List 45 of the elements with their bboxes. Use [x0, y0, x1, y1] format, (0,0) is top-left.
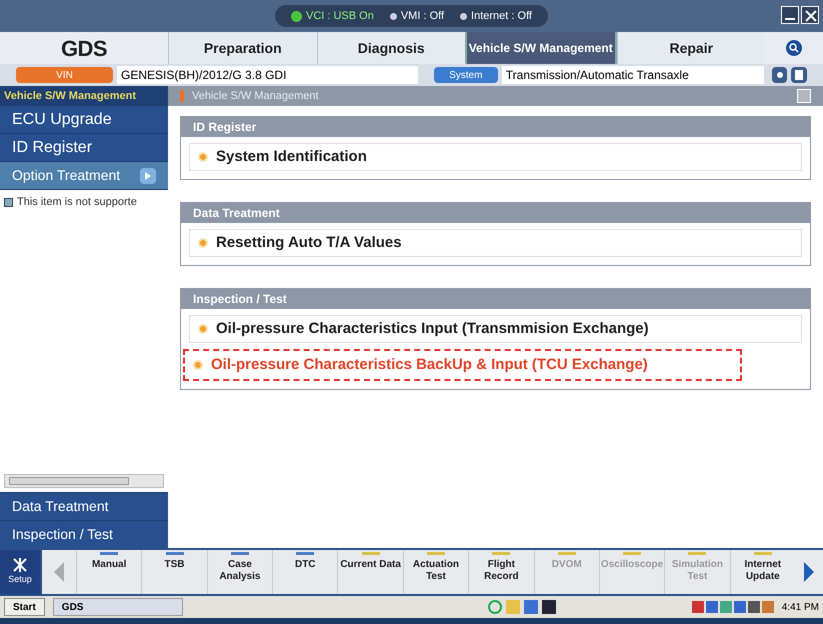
system-button[interactable]: System	[434, 67, 498, 83]
sidebar-item[interactable]: Option Treatment	[0, 162, 168, 190]
vin-field: GENESIS(BH)/2012/G 3.8 GDI	[117, 66, 418, 84]
section-header: Data Treatment	[181, 203, 810, 223]
toolbar-button[interactable]: Current Data	[337, 550, 403, 594]
scroll-right-icon[interactable]	[803, 561, 815, 583]
menu-item[interactable]: Oil-pressure Characteristics BackUp & Input (TCU Exchange)	[183, 349, 742, 381]
list-icon	[4, 198, 13, 207]
toolbar-button[interactable]: Actuation Test	[402, 550, 468, 594]
setup-button[interactable]: Setup	[0, 550, 40, 594]
search-icon[interactable]	[785, 39, 803, 57]
bullet-icon	[198, 324, 208, 334]
close-icon[interactable]	[801, 6, 819, 24]
minimize-button[interactable]	[781, 6, 799, 24]
sidebar-title: Vehicle S/W Management	[0, 86, 168, 106]
logo: GDS	[60, 34, 108, 62]
toolbar-button[interactable]: Manual	[76, 550, 142, 594]
status-label: VCI : USB On	[306, 8, 374, 24]
horizontal-scrollbar[interactable]	[4, 474, 164, 488]
section-header: ID Register	[181, 117, 810, 137]
toolbar-button[interactable]: DTC	[272, 550, 338, 594]
menu-item[interactable]: System Identification	[189, 143, 802, 171]
toolbar-button[interactable]: Flight Record	[468, 550, 534, 594]
bullet-icon	[193, 360, 203, 370]
quick-launch-icons-drawing	[488, 600, 556, 614]
start-button[interactable]: Start	[4, 598, 45, 616]
clock: 4:41 PM	[782, 600, 819, 614]
document-icon[interactable]	[791, 67, 807, 83]
status-label: VMI : Off	[400, 8, 444, 24]
section-header: Inspection / Test	[181, 289, 810, 309]
menu-item[interactable]: Oil-pressure Characteristics Input (Transmmision Exchange)	[189, 315, 802, 343]
menu-item[interactable]: Resetting Auto T/A Values	[189, 229, 802, 257]
camera-icon[interactable]	[772, 67, 788, 83]
bullet-icon	[198, 238, 208, 248]
breadcrumb: Vehicle S/W Management	[192, 88, 319, 104]
unsupported-message: This item is not supporte	[17, 195, 137, 210]
toolbar-button[interactable]: Internet Update	[730, 550, 795, 594]
toolbar-button[interactable]: Case Analysis	[206, 550, 272, 594]
nav-tab[interactable]: Vehicle S/W Management	[465, 32, 616, 64]
breadcrumb-marker-icon	[180, 90, 184, 102]
system-field: Transmission/Automatic Transaxle	[502, 66, 764, 84]
toolbar-button[interactable]: TSB	[141, 550, 207, 594]
bullet-icon	[198, 152, 208, 162]
taskbar-button[interactable]: GDS	[52, 598, 183, 616]
status-label: Internet : Off	[471, 8, 532, 24]
